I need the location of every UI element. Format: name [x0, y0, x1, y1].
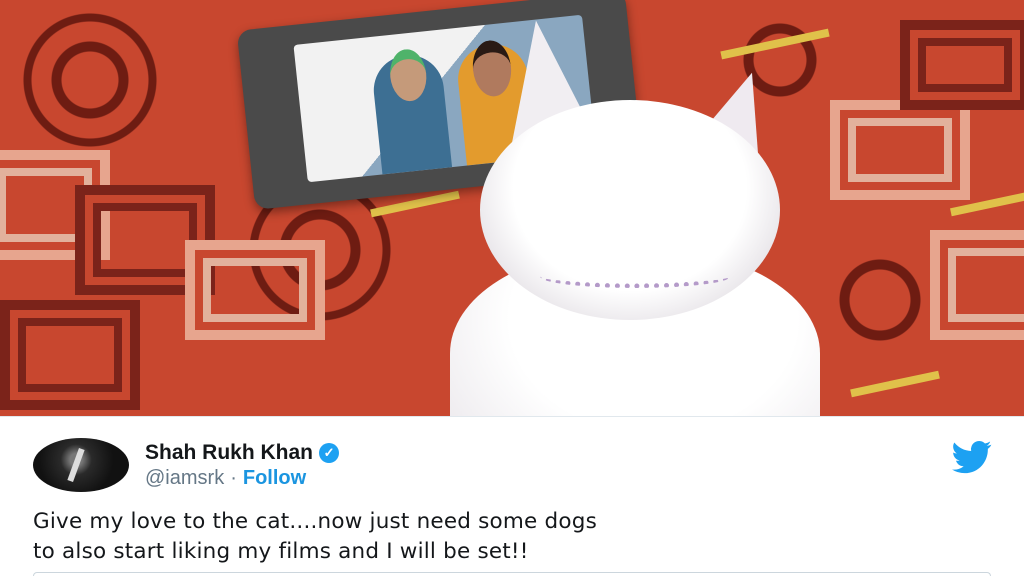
tweet-text-line: to also start liking my films and I will…: [33, 539, 529, 564]
carpet-pattern: [0, 300, 140, 410]
carpet-pattern: [900, 20, 1024, 110]
carpet-stripe: [850, 370, 940, 398]
twitter-bird-icon[interactable]: [948, 437, 996, 477]
carpet-pattern: [830, 100, 970, 200]
verified-badge-icon: ✓: [319, 443, 340, 463]
carpet-pattern: [930, 230, 1024, 340]
tweet-text-line: Give my love to the cat....now just need…: [33, 509, 597, 534]
author-name-row: Shah Rukh Khan ✓: [145, 441, 340, 465]
tweet-text: Give my love to the cat....now just need…: [33, 507, 993, 567]
separator-dot: ·: [230, 467, 237, 489]
author-handle[interactable]: @iamsrk: [145, 467, 224, 490]
white-cat: [440, 14, 820, 416]
author-name[interactable]: Shah Rukh Khan: [145, 441, 313, 465]
follow-button[interactable]: Follow: [243, 467, 306, 490]
author-avatar[interactable]: [33, 438, 129, 492]
handle-row: @iamsrk · Follow: [145, 467, 306, 490]
cat-collar: [540, 265, 730, 288]
cat-watching-tablet-photo: [0, 0, 1024, 416]
screenshot-frame: Shah Rukh Khan ✓ @iamsrk · Follow Give m…: [0, 0, 1024, 576]
tweet-card: Shah Rukh Khan ✓ @iamsrk · Follow Give m…: [0, 416, 1024, 576]
carpet-pattern: [185, 240, 325, 340]
embedded-card-edge: [33, 572, 991, 576]
